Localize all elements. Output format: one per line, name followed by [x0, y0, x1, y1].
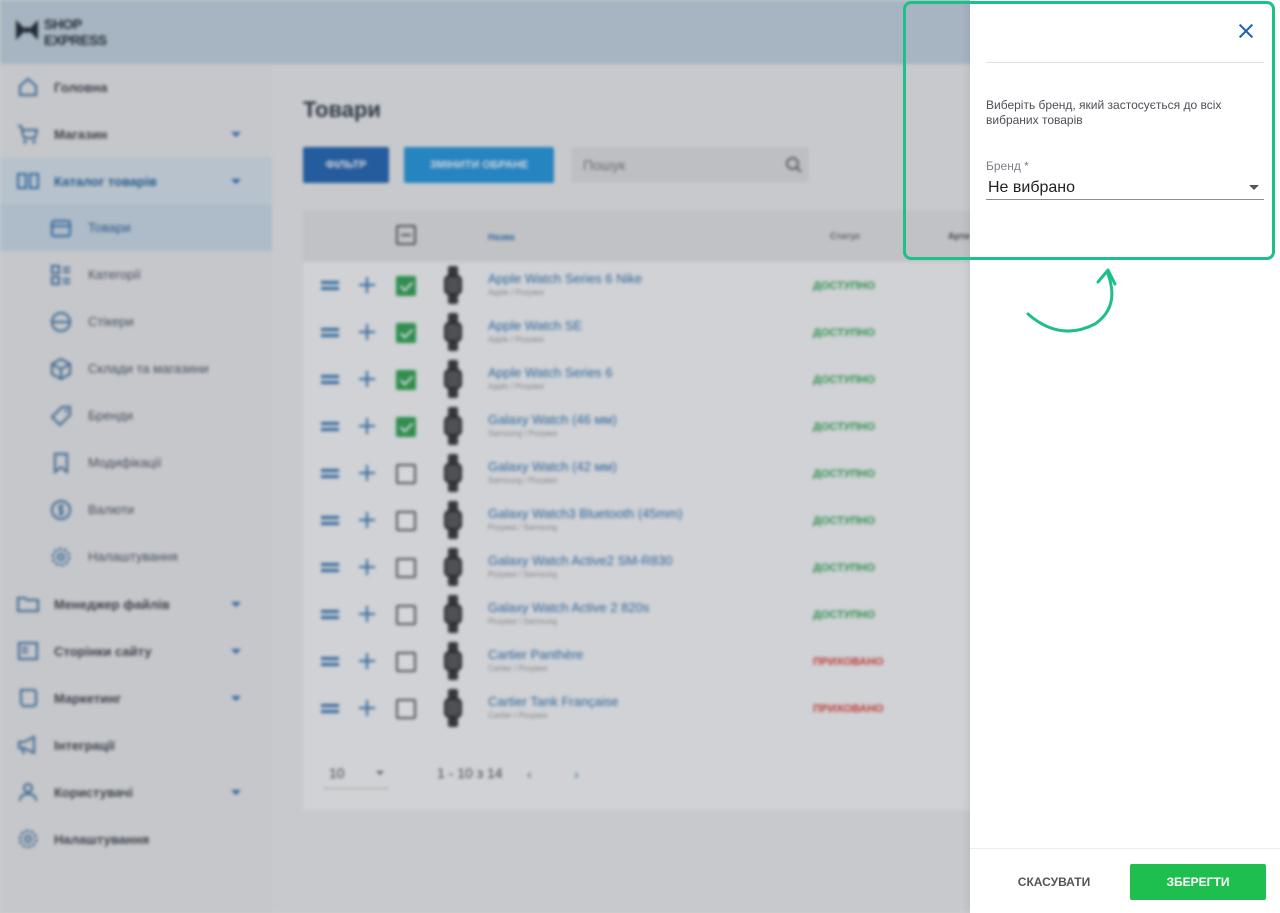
drawer-divider [986, 62, 1264, 63]
close-icon[interactable] [1237, 22, 1255, 40]
brand-drawer [970, 0, 1280, 913]
cancel-button[interactable]: СКАСУВАТИ [1000, 864, 1108, 900]
drawer-hint: Виберіть бренд, який застосується до всі… [986, 98, 1222, 127]
chevron-down-icon [1249, 185, 1259, 190]
brand-select[interactable]: Не вибрано [986, 175, 1264, 201]
save-button[interactable]: ЗБЕРЕГТИ [1130, 864, 1266, 900]
brand-field-label: Бренд * [986, 159, 1029, 173]
drawer-footer-divider [970, 848, 1280, 849]
brand-select-value: Не вибрано [988, 179, 1076, 196]
brand-select-underline [986, 199, 1264, 200]
modal-overlay[interactable] [0, 0, 970, 913]
